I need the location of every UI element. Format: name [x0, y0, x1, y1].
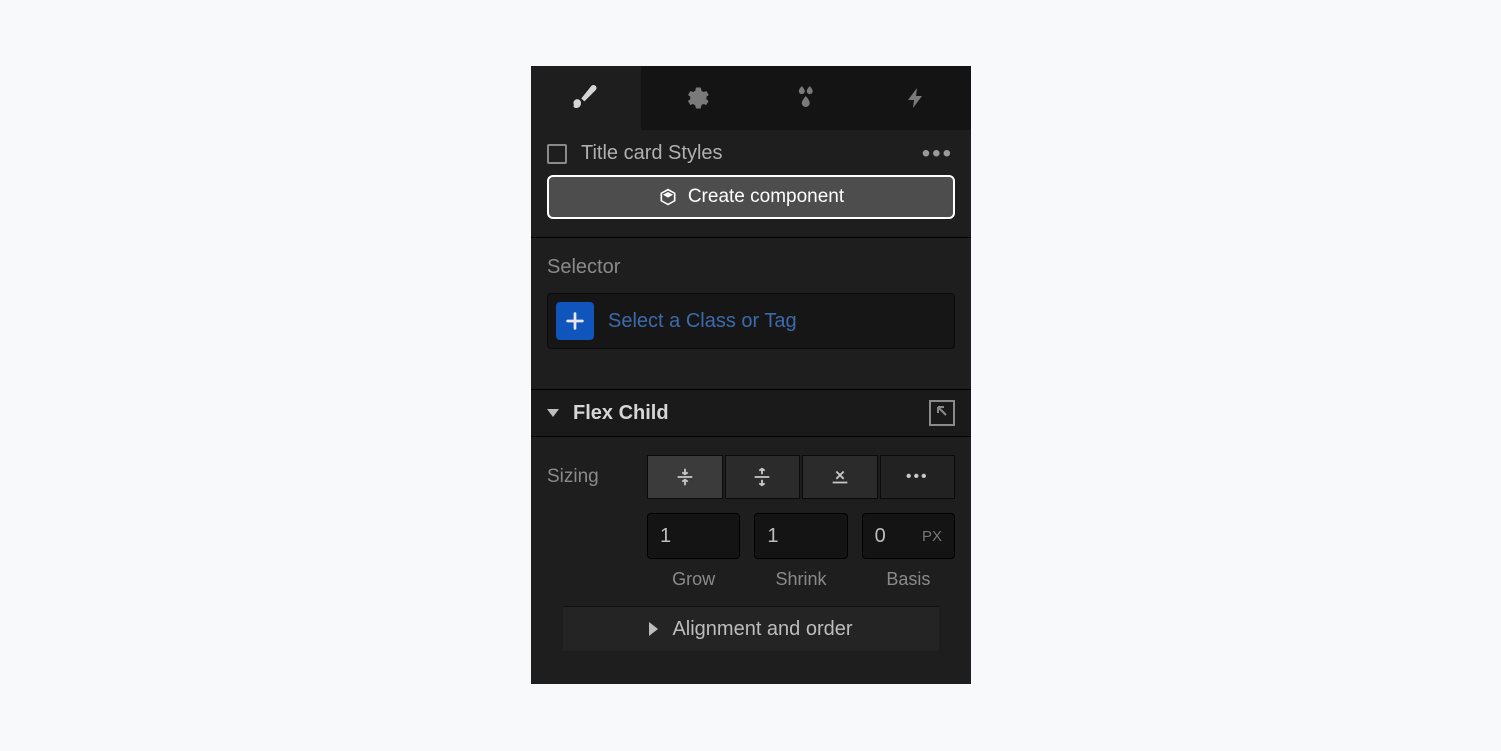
flex-basis-unit[interactable]: PX [922, 528, 942, 545]
selector-placeholder: Select a Class or Tag [608, 310, 797, 333]
flex-child-section: Flex Child Sizing [531, 389, 971, 651]
create-component-label: Create component [688, 186, 844, 208]
create-component-button[interactable]: Create component [547, 175, 955, 219]
flex-shrink-input[interactable]: 1 [754, 513, 847, 559]
more-icon: ••• [906, 468, 929, 486]
element-more-button[interactable]: ••• [920, 146, 955, 162]
alignment-and-order-toggle[interactable]: Alignment and order [563, 606, 939, 651]
grow-label: Grow [647, 569, 740, 590]
element-header: Title card Styles ••• [531, 130, 971, 175]
flex-grow-icon [751, 466, 773, 488]
brush-icon [571, 83, 601, 113]
selector-input[interactable]: Select a Class or Tag [547, 293, 955, 349]
add-class-button[interactable] [556, 302, 594, 340]
tab-settings[interactable] [641, 66, 751, 130]
selector-label: Selector [547, 256, 955, 279]
tab-style[interactable] [531, 66, 641, 130]
sizing-label: Sizing [547, 466, 647, 488]
selector-section: Selector Select a Class or Tag [531, 238, 971, 389]
basis-label: Basis [862, 569, 955, 590]
chevron-down-icon [547, 409, 559, 417]
shrink-label: Shrink [754, 569, 847, 590]
droplets-icon [792, 84, 820, 112]
panel-tabs [531, 66, 971, 130]
sizing-shrink-button[interactable] [647, 455, 723, 499]
focus-parent-button[interactable] [929, 400, 955, 426]
flex-none-icon [829, 466, 851, 488]
element-name: Title card Styles [581, 142, 920, 165]
sizing-segmented: ••• [647, 455, 955, 499]
flex-child-header[interactable]: Flex Child [531, 390, 971, 437]
sizing-none-button[interactable] [802, 455, 878, 499]
flex-child-body: Sizing ••• 1 [531, 437, 971, 651]
tab-effects[interactable] [751, 66, 861, 130]
flex-shrink-icon [674, 466, 696, 488]
style-panel: Title card Styles ••• Create component S… [531, 66, 971, 684]
plus-icon [564, 310, 586, 332]
tab-interactions[interactable] [861, 66, 971, 130]
cube-icon [658, 187, 678, 207]
flex-basis-input[interactable]: 0PX [862, 513, 955, 559]
alignment-label: Alignment and order [672, 618, 852, 641]
sizing-grow-button[interactable] [725, 455, 801, 499]
flex-child-title: Flex Child [573, 402, 929, 425]
chevron-right-icon [649, 622, 658, 636]
create-component-wrap: Create component [531, 175, 971, 237]
element-type-icon [547, 144, 567, 164]
sizing-more-button[interactable]: ••• [880, 455, 956, 499]
gear-icon [682, 84, 710, 112]
flex-grow-input[interactable]: 1 [647, 513, 740, 559]
lightning-icon [904, 86, 928, 110]
